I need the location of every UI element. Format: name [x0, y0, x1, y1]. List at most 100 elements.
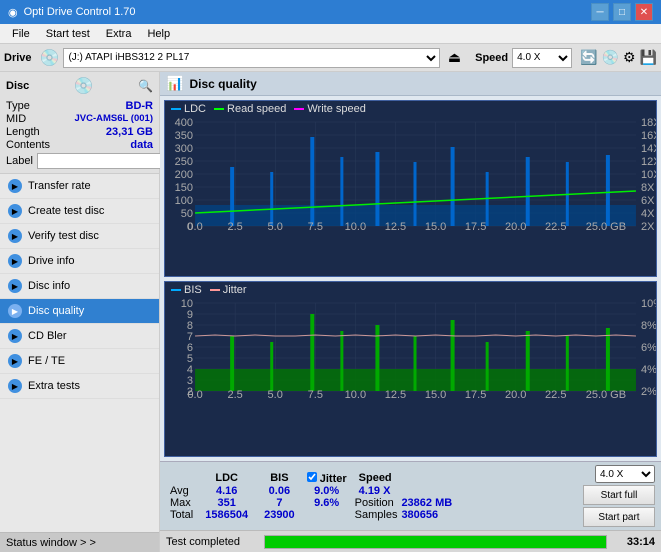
progress-bar [264, 535, 607, 549]
sidebar-item-drive-info[interactable]: ▶ Drive info [0, 249, 159, 274]
disc-length-row: Length 23,31 GB [6, 126, 153, 138]
svg-text:0.0: 0.0 [187, 389, 202, 398]
jitter-checkbox[interactable] [307, 472, 317, 482]
create-test-icon: ▶ [8, 204, 22, 218]
verify-test-icon: ▶ [8, 229, 22, 243]
drive-info-label: Drive info [28, 255, 74, 267]
eject-icon[interactable]: ⏏ [448, 49, 461, 66]
drive-icon: 💿 [40, 48, 60, 68]
transfer-rate-label: Transfer rate [28, 180, 91, 192]
cd-bler-label: CD Bler [28, 330, 67, 342]
stats-max-label: Max [166, 497, 197, 509]
svg-text:10%: 10% [641, 298, 656, 310]
start-part-button[interactable]: Start part [583, 507, 655, 527]
main-layout: Disc 💿 🔍 Type BD-R MID JVC-AMS6L (001) L… [0, 72, 661, 552]
status-window-button[interactable]: Status window > > [0, 532, 159, 552]
titlebar: ◉ Opti Drive Control 1.70 ─ □ ✕ [0, 0, 661, 24]
sidebar: Disc 💿 🔍 Type BD-R MID JVC-AMS6L (001) L… [0, 72, 160, 552]
disc-extra-icon[interactable]: 🔍 [138, 79, 153, 93]
sidebar-item-disc-quality[interactable]: ▶ Disc quality [0, 299, 159, 324]
stats-jitter-header: Jitter [320, 473, 347, 485]
status-window-label: Status window > > [6, 537, 96, 549]
disc-type-label: Type [6, 100, 30, 112]
verify-test-label: Verify test disc [28, 230, 99, 242]
stats-controls: 4.0 X Start full Start part [583, 465, 655, 527]
extra-tests-label: Extra tests [28, 380, 80, 392]
minimize-button[interactable]: ─ [591, 3, 609, 21]
disc-label-text: Label [6, 155, 33, 167]
close-button[interactable]: ✕ [635, 3, 653, 21]
stats-jitter-check-cell: Jitter [303, 472, 351, 485]
legend-bis: BIS [171, 284, 202, 296]
svg-text:17.5: 17.5 [465, 221, 486, 232]
svg-text:400: 400 [175, 117, 193, 129]
svg-text:10X: 10X [641, 169, 656, 181]
disc-length-label: Length [6, 126, 40, 138]
save-icon[interactable]: 💾 [640, 49, 657, 66]
sidebar-item-extra-tests[interactable]: ▶ Extra tests [0, 374, 159, 399]
sidebar-item-create-test-disc[interactable]: ▶ Create test disc [0, 199, 159, 224]
svg-text:7.5: 7.5 [308, 389, 323, 398]
stats-total-jitter [303, 509, 351, 521]
sidebar-item-fe-te[interactable]: ▶ FE / TE [0, 349, 159, 374]
svg-text:250: 250 [175, 156, 193, 168]
speed-selector[interactable]: 4.0 X [512, 48, 572, 68]
menu-file[interactable]: File [4, 24, 38, 43]
sidebar-item-verify-test-disc[interactable]: ▶ Verify test disc [0, 224, 159, 249]
chart2-svg: 10 9 8 7 6 5 4 3 2 10% 8% 6% 4% 2% [165, 298, 656, 398]
extra-tests-icon: ▶ [8, 379, 22, 393]
start-full-button[interactable]: Start full [583, 485, 655, 505]
stats-speed-select[interactable]: 4.0 X [595, 465, 655, 483]
drive-label: Drive [4, 52, 32, 64]
stats-avg-speed: 4.19 X [351, 485, 402, 497]
menu-help[interactable]: Help [139, 24, 178, 43]
svg-text:6X: 6X [641, 195, 655, 207]
drive-info-icon: ▶ [8, 254, 22, 268]
burn-icon[interactable]: 💿 [602, 49, 619, 66]
stats-total-bis: 23900 [256, 509, 303, 521]
drive-selector[interactable]: (J:) ATAPI iHBS312 2 PL17 [63, 48, 439, 68]
sidebar-item-transfer-rate[interactable]: ▶ Transfer rate [0, 174, 159, 199]
legend-read-speed: Read speed [214, 103, 286, 115]
cd-bler-icon: ▶ [8, 329, 22, 343]
fe-te-icon: ▶ [8, 354, 22, 368]
stats-max-ldc: 351 [197, 497, 256, 509]
svg-text:8X: 8X [641, 182, 655, 194]
legend-write-label: Write speed [307, 103, 366, 115]
stats-max-jitter: 9.6% [303, 497, 351, 509]
sidebar-item-disc-info[interactable]: ▶ Disc info [0, 274, 159, 299]
drive-toolbar: Drive 💿 (J:) ATAPI iHBS312 2 PL17 ⏏ Spee… [0, 44, 661, 72]
svg-text:50: 50 [181, 208, 193, 220]
disc-length-value: 23,31 GB [106, 126, 153, 138]
stats-max-bis: 7 [256, 497, 303, 509]
disc-panel: Disc 💿 🔍 Type BD-R MID JVC-AMS6L (001) L… [0, 72, 159, 174]
speed-control-row: 4.0 X [595, 465, 655, 483]
svg-text:4%: 4% [641, 364, 656, 376]
status-bar: Test completed 33:14 [160, 530, 661, 552]
stats-table: LDC BIS Jitter Speed Avg 4.16 0.06 9.0% … [166, 472, 452, 521]
svg-text:200: 200 [175, 169, 193, 181]
stats-position-value: 23862 MB [401, 497, 452, 509]
settings-icon[interactable]: ⚙ [623, 49, 636, 66]
svg-text:17.5: 17.5 [465, 389, 486, 398]
refresh-icon[interactable]: 🔄 [580, 49, 597, 66]
stats-samples-value: 380656 [401, 509, 452, 521]
legend-ldc-dot [171, 108, 181, 110]
disc-header-label: Disc [6, 80, 29, 92]
svg-text:2.5: 2.5 [227, 221, 242, 232]
disc-contents-label: Contents [6, 139, 50, 151]
chart2-legend: BIS Jitter [165, 282, 656, 298]
maximize-button[interactable]: □ [613, 3, 631, 21]
svg-text:5.0: 5.0 [268, 389, 283, 398]
sidebar-item-cd-bler[interactable]: ▶ CD Bler [0, 324, 159, 349]
menu-extra[interactable]: Extra [98, 24, 140, 43]
svg-text:7.5: 7.5 [308, 221, 323, 232]
stats-samples-label: Samples [351, 509, 402, 521]
svg-text:2.5: 2.5 [227, 389, 242, 398]
svg-text:20.0: 20.0 [505, 221, 526, 232]
time-display: 33:14 [615, 536, 655, 548]
svg-text:16X: 16X [641, 130, 656, 142]
menu-start-test[interactable]: Start test [38, 24, 98, 43]
chart-icon: 📊 [166, 75, 183, 92]
svg-text:22.5: 22.5 [545, 389, 566, 398]
